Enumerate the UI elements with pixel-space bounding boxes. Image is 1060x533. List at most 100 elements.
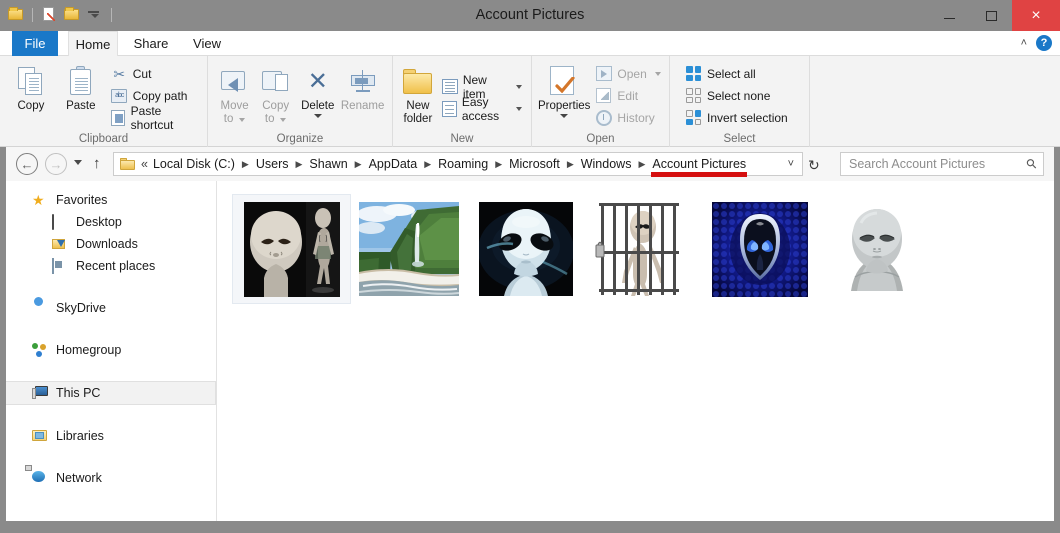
ribbon-group-organize: Move to Copy to ✕ Delete Rename Organize — [208, 56, 393, 147]
minimize-button[interactable] — [928, 0, 970, 31]
sidebar-item-skydrive[interactable]: SkyDrive — [6, 297, 216, 319]
up-button[interactable]: ↑ — [93, 155, 101, 172]
file-item-alien-head-and-figure[interactable] — [232, 194, 351, 304]
copy-path-label: Copy path — [132, 88, 188, 103]
sidebar-item-libraries[interactable]: Libraries — [6, 425, 216, 447]
invert-selection-button[interactable]: Invert selection — [682, 107, 791, 129]
breadcrumb-item-4[interactable]: Roaming — [437, 157, 489, 171]
tab-file[interactable]: File — [12, 31, 58, 56]
properties-icon — [547, 64, 581, 100]
refresh-icon[interactable]: ↻ — [808, 157, 820, 174]
file-list-pane[interactable] — [217, 181, 1054, 521]
delete-dropdown-caret-icon[interactable] — [313, 114, 322, 118]
maximize-button[interactable] — [970, 0, 1012, 31]
sidebar-item-homegroup[interactable]: Homegroup — [6, 339, 216, 361]
breadcrumb-sep-4[interactable]: ▶ — [489, 159, 508, 170]
file-item-grey-alien-bust[interactable] — [818, 195, 935, 303]
ribbon-right-controls: ˄ ? — [1021, 35, 1052, 51]
network-icon — [25, 464, 49, 486]
edit-button[interactable]: Edit — [592, 85, 663, 107]
tab-view[interactable]: View — [186, 31, 228, 56]
open-icon — [595, 65, 612, 82]
tab-home[interactable]: Home — [68, 31, 118, 56]
invert-selection-label: Invert selection — [707, 110, 788, 125]
file-item-caged-alien[interactable] — [584, 195, 701, 303]
chevron-down-icon-4[interactable] — [516, 106, 522, 111]
sidebar-label-recent-places: Recent places — [76, 259, 156, 273]
chevron-up-icon[interactable]: ˄ — [1021, 37, 1027, 49]
properties-dropdown-caret-icon[interactable] — [560, 114, 569, 118]
file-item-waterfall-beach-landscape[interactable] — [350, 195, 467, 303]
rename-label: Rename — [340, 100, 385, 112]
breadcrumb[interactable]: « Local Disk (C:) ▶ Users ▶ Shawn ▶ AppD… — [113, 152, 803, 177]
breadcrumb-item-current[interactable]: Account Pictures — [651, 157, 748, 177]
move-to-label-line1: Move — [220, 100, 249, 112]
paste-button[interactable]: Paste — [56, 61, 106, 130]
close-button[interactable]: × — [1012, 0, 1060, 31]
easy-access-button[interactable]: Easy access — [439, 95, 525, 123]
file-item-alienware-logo-blue[interactable] — [701, 195, 818, 303]
paste-shortcut-button[interactable]: Paste shortcut — [108, 104, 201, 132]
breadcrumb-item-2[interactable]: Shawn — [308, 157, 348, 171]
breadcrumb-item-6[interactable]: Windows — [580, 157, 633, 171]
delete-button[interactable]: ✕ Delete — [296, 61, 339, 130]
chevron-down-icon — [239, 117, 246, 122]
breadcrumb-item-0[interactable]: Local Disk (C:) — [152, 157, 236, 171]
copy-button[interactable]: Copy — [6, 61, 56, 130]
open-button[interactable]: Open — [592, 63, 663, 85]
recent-locations-icon[interactable] — [74, 160, 82, 165]
ribbon-group-select: Select all Select none Invert selection — [670, 56, 810, 147]
chevron-down-icon-3[interactable] — [516, 84, 522, 89]
sidebar-item-recent-places[interactable]: Recent places — [6, 255, 216, 277]
delete-icon: ✕ — [307, 68, 328, 95]
breadcrumb-sep-2[interactable]: ▶ — [349, 159, 368, 170]
breadcrumb-dropdown-icon[interactable]: ˅ — [788, 158, 794, 170]
properties-button[interactable]: Properties — [538, 61, 590, 130]
breadcrumb-item-1[interactable]: Users — [255, 157, 290, 171]
forward-button[interactable]: → — [45, 153, 67, 175]
rename-icon — [349, 64, 377, 100]
select-none-button[interactable]: Select none — [682, 85, 791, 107]
breadcrumb-sep-1[interactable]: ▶ — [290, 159, 309, 170]
move-to-button[interactable]: Move to — [214, 61, 255, 130]
sidebar-gap-2 — [6, 319, 216, 339]
alienware-logo-blue-thumbnail — [711, 201, 808, 297]
rename-button[interactable]: Rename — [339, 61, 386, 130]
sidebar-label-favorites: Favorites — [56, 193, 108, 207]
file-item-blue-white-alien[interactable] — [467, 195, 584, 303]
copy-to-label-line1: Copy — [262, 100, 290, 112]
chevron-down-icon-2 — [280, 117, 287, 122]
breadcrumb-sep-3[interactable]: ▶ — [418, 159, 437, 170]
breadcrumb-sep-5[interactable]: ▶ — [561, 159, 580, 170]
tab-share[interactable]: Share — [126, 31, 176, 56]
window-controls: × — [928, 0, 1060, 31]
sidebar-item-desktop[interactable]: Desktop — [6, 211, 216, 233]
sidebar-label-desktop: Desktop — [76, 215, 122, 229]
cut-button[interactable]: ✂ Cut — [108, 63, 201, 85]
caged-alien-thumbnail — [594, 201, 691, 297]
file-explorer-window: Account Pictures × File Home Share View … — [0, 0, 1060, 533]
help-icon[interactable]: ? — [1036, 35, 1052, 51]
copy-to-button[interactable]: Copy to — [255, 61, 296, 130]
breadcrumb-overflow[interactable]: « — [139, 157, 152, 171]
breadcrumb-sep-0[interactable]: ▶ — [236, 159, 255, 170]
breadcrumb-item-5[interactable]: Microsoft — [508, 157, 561, 171]
new-folder-label-line2: folder — [403, 113, 433, 125]
history-button[interactable]: History — [592, 107, 663, 129]
copy-path-icon: abc — [111, 87, 128, 104]
sidebar-gap-1 — [6, 277, 216, 297]
sidebar-item-favorites[interactable]: ★ Favorites — [6, 189, 216, 211]
select-all-button[interactable]: Select all — [682, 63, 791, 85]
new-folder-button[interactable]: New folder — [399, 61, 437, 130]
search-box[interactable]: Search Account Pictures ⚲ — [840, 152, 1044, 176]
group-label-new: New — [450, 133, 474, 145]
search-input[interactable]: Search Account Pictures — [849, 157, 1027, 171]
breadcrumb-item-3[interactable]: AppData — [368, 157, 419, 171]
sidebar-item-network[interactable]: Network — [6, 464, 216, 489]
sidebar-item-this-pc[interactable]: This PC — [6, 381, 216, 405]
new-item-icon — [441, 78, 458, 95]
select-all-icon — [685, 65, 702, 82]
back-button[interactable]: ← — [16, 153, 38, 175]
breadcrumb-sep-6[interactable]: ▶ — [632, 159, 651, 170]
sidebar-item-downloads[interactable]: Downloads — [6, 233, 216, 255]
